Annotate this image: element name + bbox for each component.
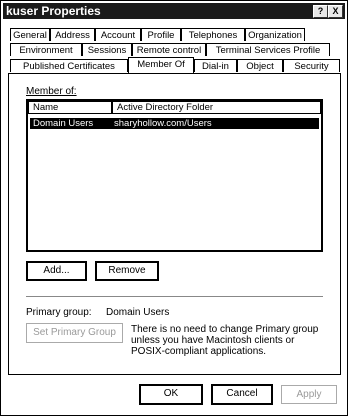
help-button[interactable]: ? bbox=[313, 5, 328, 18]
tab-general[interactable]: General bbox=[10, 28, 50, 41]
tab-account[interactable]: Account bbox=[95, 28, 141, 41]
tab-telephones[interactable]: Telephones bbox=[181, 28, 245, 41]
tab-terminal-services-profile[interactable]: Terminal Services Profile bbox=[206, 43, 330, 56]
properties-dialog: kuser Properties ? X General Address Acc… bbox=[0, 0, 348, 416]
set-primary-group-button[interactable]: Set Primary Group bbox=[26, 323, 123, 343]
title-bar: kuser Properties ? X bbox=[3, 3, 345, 19]
member-of-list[interactable]: Name Active Directory Folder Domain User… bbox=[26, 99, 323, 252]
close-button[interactable]: X bbox=[328, 5, 343, 18]
row-folder: sharyhollow.com/Users bbox=[114, 118, 212, 129]
column-header-name[interactable]: Name bbox=[28, 101, 112, 114]
member-of-label: Member of: bbox=[26, 86, 77, 97]
tab-row-1: General Address Account Profile Telephon… bbox=[10, 28, 340, 41]
row-name: Domain Users bbox=[33, 118, 94, 129]
tab-published-certificates[interactable]: Published Certificates bbox=[10, 59, 128, 72]
tab-row-2: Environment Sessions Remote control Term… bbox=[10, 43, 340, 56]
tab-object[interactable]: Object bbox=[237, 59, 283, 72]
tab-remote-control[interactable]: Remote control bbox=[132, 43, 206, 56]
tab-dial-in[interactable]: Dial-in bbox=[194, 59, 237, 72]
tab-organization[interactable]: Organization bbox=[245, 28, 305, 41]
primary-group-value: Domain Users bbox=[106, 307, 170, 318]
separator bbox=[26, 296, 323, 297]
apply-button[interactable]: Apply bbox=[281, 385, 337, 404]
window-title: kuser Properties bbox=[6, 4, 101, 18]
tab-sessions[interactable]: Sessions bbox=[82, 43, 132, 56]
ok-button[interactable]: OK bbox=[139, 384, 203, 405]
cancel-button[interactable]: Cancel bbox=[211, 384, 273, 405]
column-header-folder[interactable]: Active Directory Folder bbox=[112, 101, 321, 114]
tab-security[interactable]: Security bbox=[283, 59, 340, 72]
add-button[interactable]: Add... bbox=[26, 261, 87, 281]
tab-environment[interactable]: Environment bbox=[10, 43, 82, 56]
tab-profile[interactable]: Profile bbox=[141, 28, 181, 41]
primary-group-label: Primary group: bbox=[26, 307, 92, 318]
list-row-selected[interactable]: Domain Users sharyhollow.com/Users bbox=[30, 118, 319, 129]
tab-row-3: Published Certificates Member Of Dial-in… bbox=[10, 57, 340, 73]
member-of-panel: Member of: Name Active Directory Folder … bbox=[8, 73, 341, 375]
tab-address[interactable]: Address bbox=[50, 28, 95, 41]
remove-button[interactable]: Remove bbox=[95, 261, 159, 281]
tab-member-of[interactable]: Member Of bbox=[128, 57, 194, 73]
primary-group-note: There is no need to change Primary group… bbox=[131, 324, 319, 357]
